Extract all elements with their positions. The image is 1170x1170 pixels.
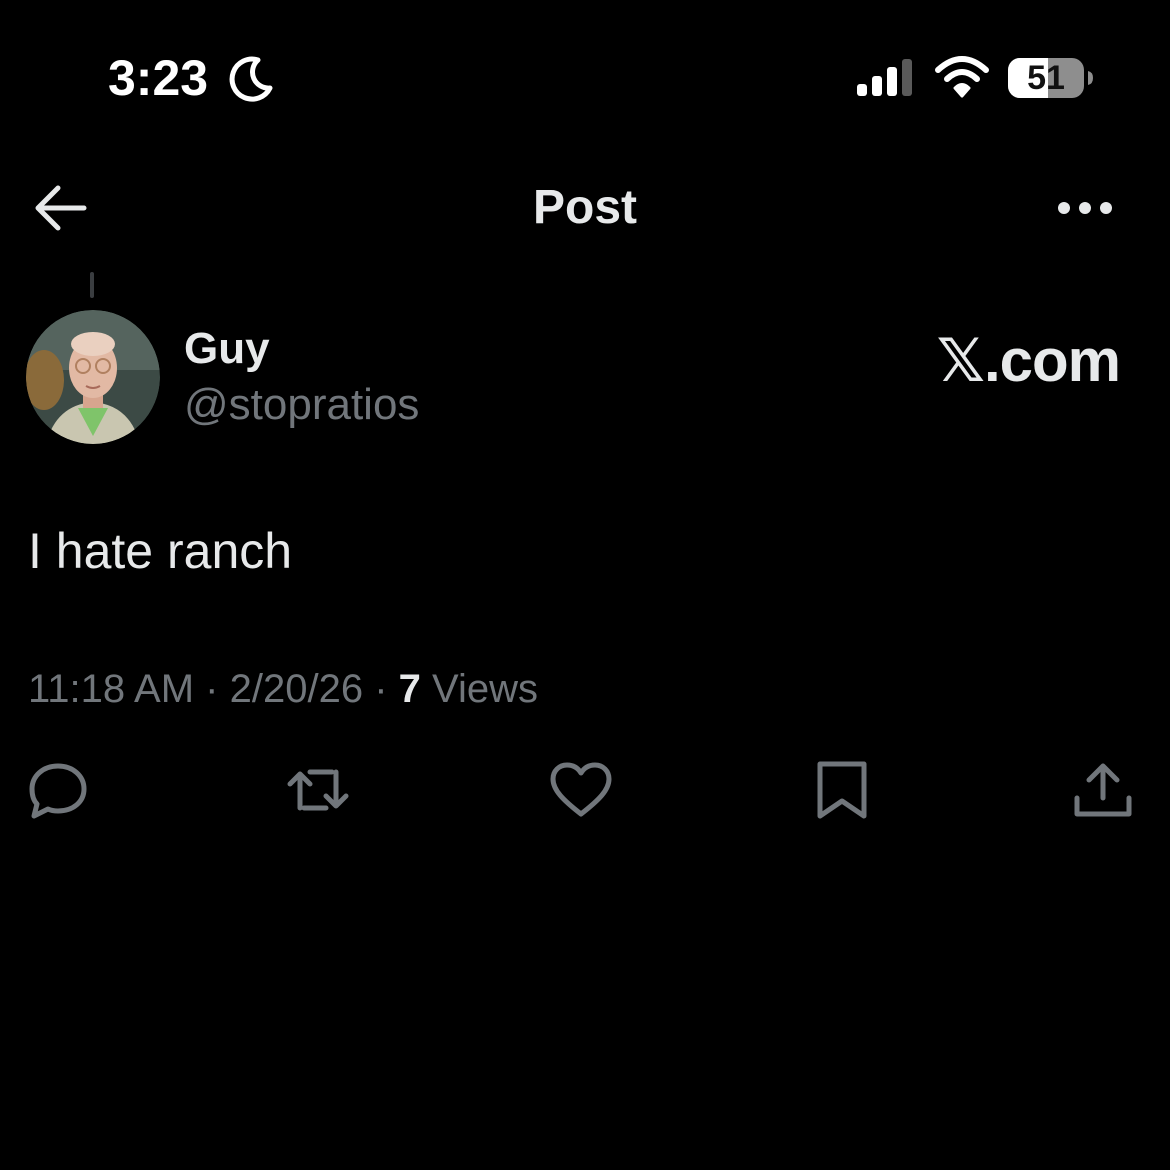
post-page: 3:23 51 Post Guy @stopratios 𝕏.com I hat… [0,0,1170,1170]
views-label[interactable]: Views [432,667,538,711]
moon-icon [229,56,273,102]
post-time: 11:18 AM [28,667,195,711]
avatar[interactable] [26,310,160,444]
meta-separator: · [374,667,388,711]
views-count[interactable]: 7 [399,667,421,711]
repost-icon [287,769,349,811]
cellular-signal-icon [857,59,912,96]
more-options-icon[interactable] [1052,188,1118,228]
post-meta: 11:18 AM · 2/20/26 · 7 Views [28,664,538,714]
reply-button[interactable] [26,758,90,822]
post-text: I hate ranch [28,523,293,579]
post-date: 2/20/26 [229,667,364,711]
share-button[interactable] [1071,758,1135,822]
like-icon [550,762,612,817]
battery-level: 51 [1027,59,1065,97]
reply-icon [29,763,87,819]
status-time: 3:23 [108,50,209,106]
x-com-watermark: 𝕏.com [936,327,1121,394]
like-button[interactable] [549,758,613,822]
author-name[interactable]: Guy [184,322,270,376]
wifi-icon [935,56,989,98]
page-title: Post [532,181,637,234]
meta-separator: · [205,667,219,711]
author-handle[interactable]: @stopratios [184,378,419,432]
bookmark-icon [817,761,867,819]
share-icon [1074,763,1132,817]
repost-button[interactable] [286,758,350,822]
thread-connector-line [90,272,94,298]
bookmark-button[interactable] [810,758,874,822]
